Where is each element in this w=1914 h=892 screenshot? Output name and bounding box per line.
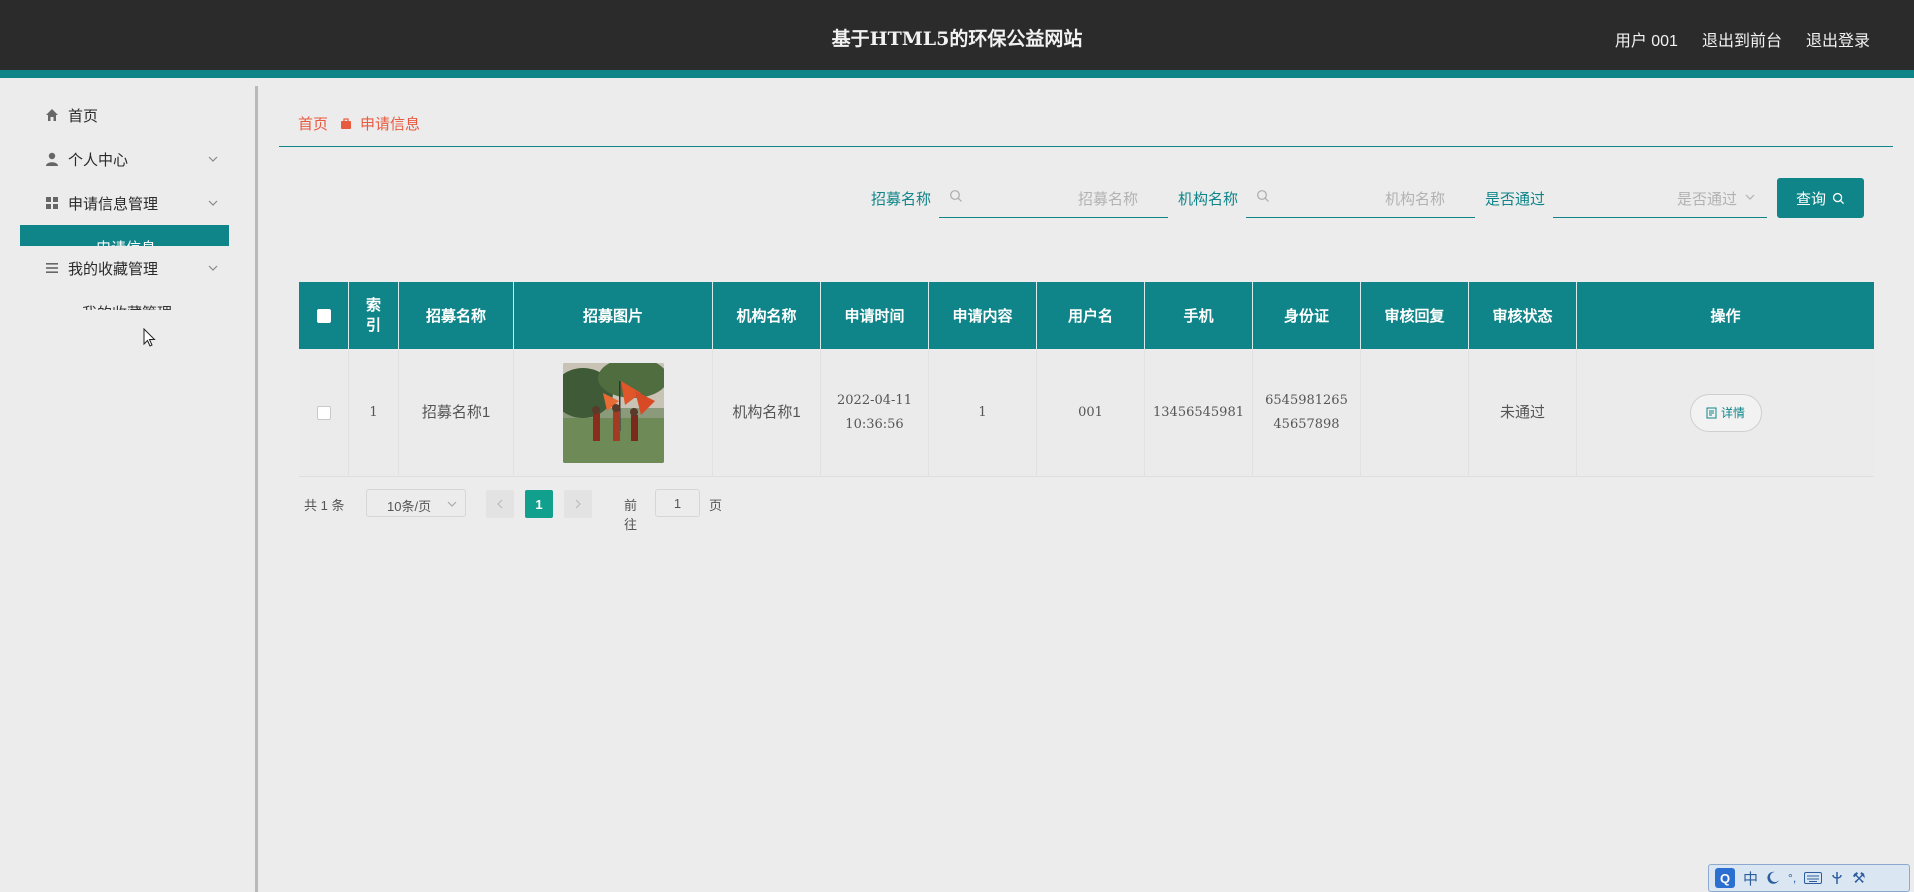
query-button[interactable]: 查询 xyxy=(1777,178,1864,218)
document-icon xyxy=(1706,407,1717,419)
breadcrumb: 首页 申请信息 xyxy=(298,113,420,134)
table-row: 1 招募名称1 机构名称1 2022-04-11 10:36:56 1 001 … xyxy=(299,349,1874,477)
pass-status-label: 是否通过 xyxy=(1485,191,1546,208)
row-checkbox[interactable] xyxy=(316,406,331,420)
recruit-name-input[interactable]: 招募名称 xyxy=(939,174,1168,218)
cell-index: 1 xyxy=(349,349,399,477)
pass-status-placeholder: 是否通过 xyxy=(1676,191,1737,208)
moon-icon[interactable] xyxy=(1766,871,1780,885)
page-1-button[interactable]: 1 xyxy=(525,490,553,518)
select-all-cell xyxy=(299,282,349,349)
sidebar-item-home[interactable]: 首页 xyxy=(0,93,258,137)
col-index[interactable]: 索引 xyxy=(349,282,399,349)
logout-link[interactable]: 退出登录 xyxy=(1806,27,1870,51)
detail-button[interactable]: 详情 xyxy=(1689,394,1762,432)
pass-status-select[interactable]: 是否通过 xyxy=(1553,174,1767,218)
detail-button-label: 详情 xyxy=(1720,406,1745,420)
sidebar-subitem-label: 申请信息 xyxy=(96,237,156,246)
sidebar-item-label: 我的收藏管理 xyxy=(68,260,159,278)
query-button-label: 查询 xyxy=(1795,190,1826,208)
cell-recruit-image xyxy=(514,349,713,477)
list-icon xyxy=(46,263,58,273)
ime-mode-toggle[interactable]: 中 xyxy=(1743,868,1758,889)
breadcrumb-divider xyxy=(279,146,1893,147)
mouse-cursor-icon xyxy=(143,328,156,347)
cell-review-status: 未通过 xyxy=(1469,349,1577,477)
cell-id-card: 654598126545657898 xyxy=(1253,349,1361,477)
col-phone[interactable]: 手机 xyxy=(1145,282,1253,349)
cell-apply-content: 1 xyxy=(929,349,1037,477)
cell-phone: 13456545981 xyxy=(1145,349,1253,477)
page-unit-label: 页 xyxy=(709,498,723,513)
col-review-reply[interactable]: 审核回复 xyxy=(1361,282,1469,349)
sidebar-subitem-favorites[interactable]: 我的收藏管理 xyxy=(0,300,258,310)
page-size-value: 10条/页 xyxy=(387,499,432,514)
briefcase-icon xyxy=(341,117,352,129)
page-size-select[interactable]: 10条/页 xyxy=(366,489,466,517)
cell-org-name: 机构名称1 xyxy=(713,349,821,477)
search-icon xyxy=(1832,192,1845,204)
frontend-link[interactable]: 退出到前台 xyxy=(1702,27,1782,51)
cell-apply-time: 2022-04-11 10:36:56 xyxy=(821,349,929,477)
chevron-down-icon xyxy=(447,501,457,507)
top-header: 基于HTML5的环保公益网站 用户 001 退出到前台 退出登录 xyxy=(0,0,1914,78)
cell-actions: 详情 xyxy=(1577,349,1874,477)
chevron-down-icon xyxy=(208,156,218,162)
breadcrumb-current: 申请信息 xyxy=(360,116,421,133)
col-actions: 操作 xyxy=(1710,308,1741,325)
ime-toolbar: Q 中 °, ⚒ xyxy=(1708,864,1910,892)
user-icon xyxy=(46,152,58,166)
col-id-card[interactable]: 身份证 xyxy=(1253,282,1361,349)
sidebar-subitem-apply-info[interactable]: 申请信息 xyxy=(20,225,229,246)
keyboard-icon[interactable] xyxy=(1804,872,1823,884)
user-label[interactable]: 用户 001 xyxy=(1615,27,1678,51)
search-icon xyxy=(1257,190,1269,202)
col-recruit-name[interactable]: 招募名称 xyxy=(399,282,514,349)
ime-punct-toggle[interactable]: °, xyxy=(1788,871,1796,885)
prev-page-button[interactable] xyxy=(486,490,514,518)
col-username[interactable]: 用户名 xyxy=(1037,282,1145,349)
col-org-name[interactable]: 机构名称 xyxy=(713,282,821,349)
recruit-name-label: 招募名称 xyxy=(871,191,932,208)
col-apply-time[interactable]: 申请时间 xyxy=(821,282,929,349)
chevron-left-icon xyxy=(497,499,503,509)
chevron-right-icon xyxy=(575,499,581,509)
search-bar: 招募名称 招募名称 机构名称 机构名称 是否通过 是否通过 xyxy=(0,174,1914,218)
col-recruit-image[interactable]: 招募图片 xyxy=(514,282,713,349)
sidebar-item-label: 个人中心 xyxy=(68,151,129,169)
chevron-down-icon xyxy=(1745,194,1755,200)
table-header: 索引 招募名称 招募图片 机构名称 申请时间 申请内容 用户名 手机 身份证 审… xyxy=(299,282,1874,349)
ime-logo-icon[interactable]: Q xyxy=(1715,868,1735,888)
select-all-checkbox[interactable] xyxy=(316,308,331,323)
home-icon xyxy=(46,109,58,121)
cell-username: 001 xyxy=(1037,349,1145,477)
col-apply-content[interactable]: 申请内容 xyxy=(929,282,1037,349)
sidebar-item-favorites[interactable]: 我的收藏管理 xyxy=(0,246,258,290)
fork-icon[interactable] xyxy=(1830,871,1844,885)
next-page-button[interactable] xyxy=(564,490,592,518)
cell-recruit-name: 招募名称1 xyxy=(399,349,514,477)
recruit-image[interactable] xyxy=(562,363,664,463)
org-name-label: 机构名称 xyxy=(1178,191,1239,208)
sidebar-item-label: 首页 xyxy=(68,107,99,125)
row-select-cell xyxy=(299,349,349,477)
recruit-name-placeholder: 招募名称 xyxy=(1077,191,1138,208)
pagination-total: 共 1 条 xyxy=(304,498,345,513)
goto-label: 前往 xyxy=(624,498,638,532)
org-name-placeholder: 机构名称 xyxy=(1384,191,1445,208)
wrench-icon[interactable]: ⚒ xyxy=(1852,869,1865,887)
goto-page-input[interactable] xyxy=(655,489,700,517)
sidebar-subitem-label: 我的收藏管理 xyxy=(82,302,172,310)
search-icon xyxy=(950,190,962,202)
chevron-down-icon xyxy=(208,265,218,271)
header-links: 用户 001 退出到前台 退出登录 xyxy=(1615,27,1870,51)
org-name-input[interactable]: 机构名称 xyxy=(1246,174,1475,218)
col-review-status[interactable]: 审核状态 xyxy=(1469,282,1577,349)
cell-review-reply xyxy=(1361,349,1469,477)
breadcrumb-home[interactable]: 首页 xyxy=(298,113,328,134)
